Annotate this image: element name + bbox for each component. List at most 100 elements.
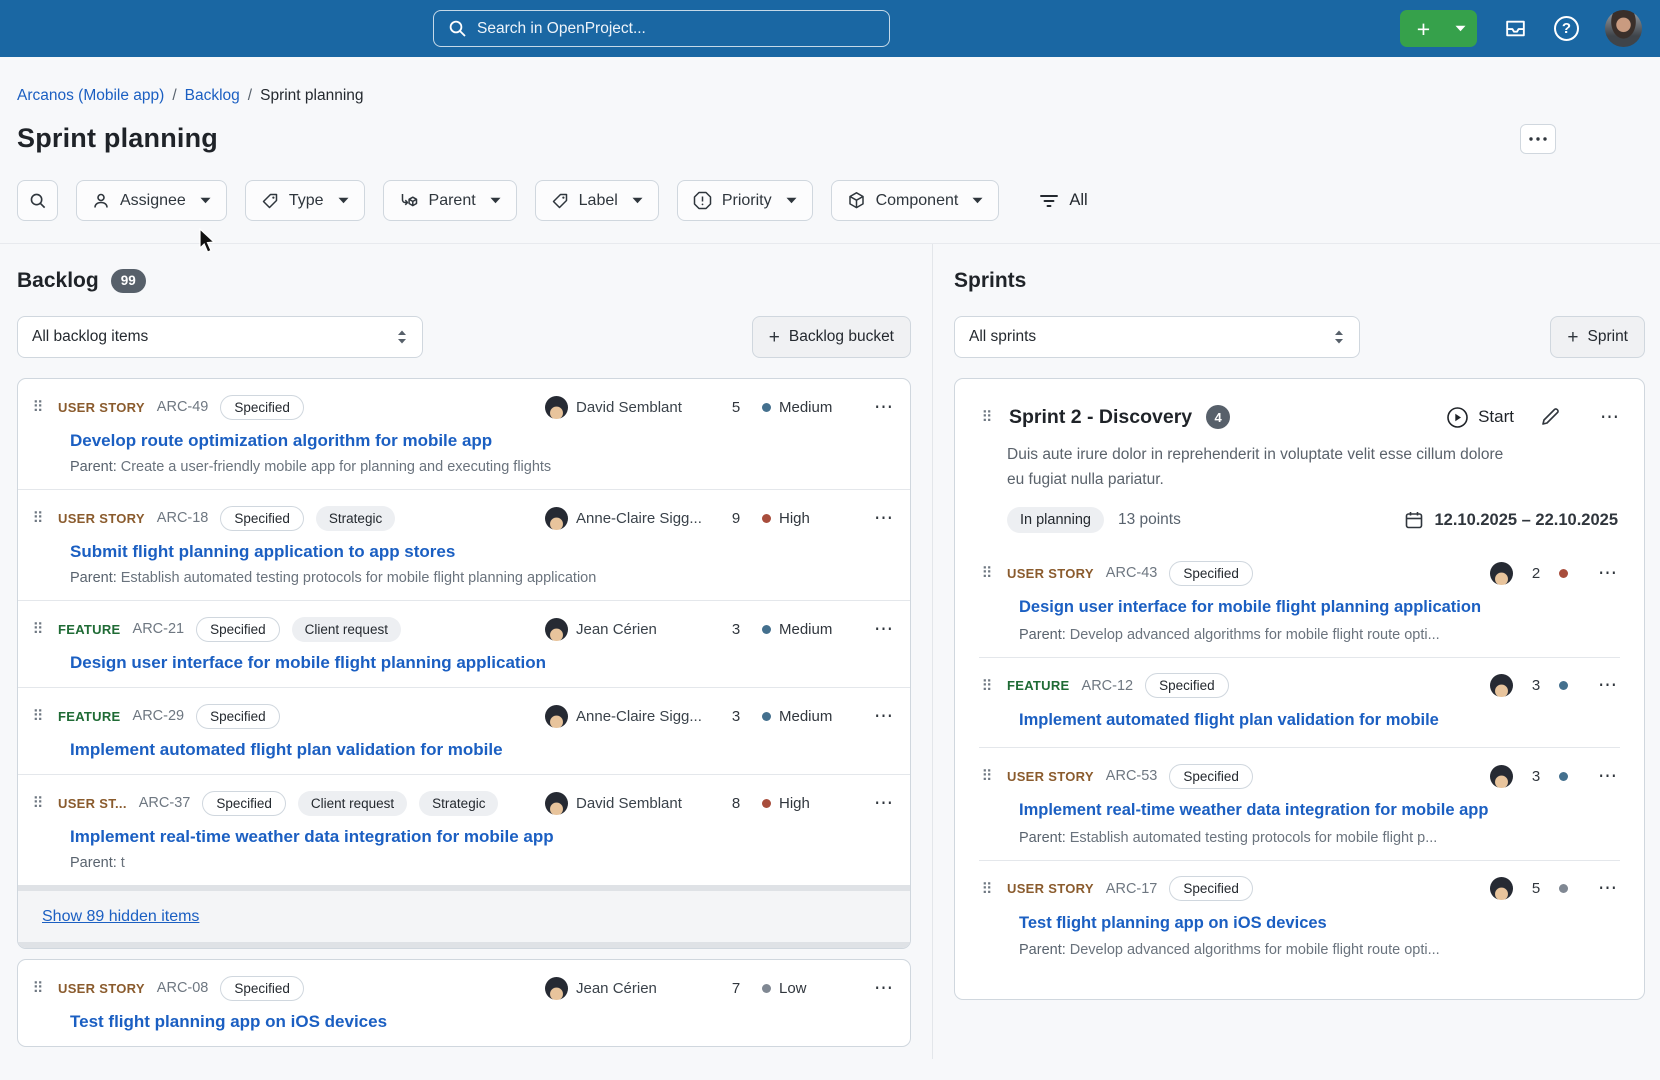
drag-handle-icon[interactable]: ⠿ [979, 408, 995, 426]
work-id: ARC-53 [1106, 768, 1158, 784]
search-placeholder-text: Search in OpenProject... [477, 20, 646, 38]
drag-handle-icon[interactable]: ⠿ [30, 398, 46, 416]
parent-title: Establish automated testing protocols fo… [121, 570, 597, 586]
sprints-column: Sprints All sprints + Sprint ⠿ Sprint 2 … [954, 244, 1645, 1059]
story-points: 9 [710, 510, 762, 527]
sprint-item: ⠿ USER STORY ARC-53 Specified 3 ⋯ Imp [979, 747, 1620, 860]
filter-priority-dropdown[interactable]: Priority [677, 180, 813, 221]
story-points: 3 [1529, 768, 1543, 785]
priority-dot [762, 403, 771, 412]
global-search-input[interactable]: Search in OpenProject... [433, 10, 890, 47]
work-type-label: FEATURE [58, 622, 121, 637]
help-button[interactable]: ? [1554, 16, 1579, 41]
work-item-link[interactable]: Test flight planning app on iOS devices [1019, 911, 1489, 937]
status-badge[interactable]: Specified [196, 617, 280, 642]
status-badge[interactable]: Specified [1169, 764, 1253, 789]
filter-component-dropdown[interactable]: Component [831, 180, 1000, 221]
drag-handle-icon[interactable]: ⠿ [979, 564, 995, 582]
item-more-menu-button[interactable]: ⋯ [860, 794, 894, 813]
item-more-menu-button[interactable]: ⋯ [860, 509, 894, 528]
sprint-planning-screen: Search in OpenProject... + ? Arcanos (Mo… [0, 0, 1660, 1080]
drag-handle-icon[interactable]: ⠿ [30, 979, 46, 997]
assignee-avatar [1490, 562, 1513, 585]
backlog-bucket-label: Backlog bucket [789, 328, 894, 346]
work-item-link[interactable]: Design user interface for mobile flight … [70, 653, 546, 673]
priority-dot [762, 712, 771, 721]
drag-handle-icon[interactable]: ⠿ [979, 677, 995, 695]
breadcrumb-project-link[interactable]: Arcanos (Mobile app) [17, 87, 164, 105]
work-item-link[interactable]: Test flight planning app on iOS devices [70, 1012, 387, 1032]
item-more-menu-button[interactable]: ⋯ [1584, 564, 1618, 583]
parent-info: Parent:Develop advanced algorithms for m… [1019, 627, 1620, 643]
item-more-menu-button[interactable]: ⋯ [1584, 767, 1618, 786]
user-avatar[interactable] [1605, 10, 1642, 47]
drag-handle-icon[interactable]: ⠿ [30, 707, 46, 725]
priority-label: High [779, 510, 810, 527]
assignee-name: Jean Cérien [576, 621, 710, 638]
chevron-down-icon [338, 197, 349, 204]
sprint-button-label: Sprint [1588, 328, 1629, 346]
chevron-down-icon [200, 197, 211, 204]
edit-sprint-button[interactable] [1540, 407, 1560, 427]
item-more-menu-button[interactable]: ⋯ [860, 979, 894, 998]
status-badge[interactable]: Specified [1169, 561, 1253, 586]
filter-label: Assignee [120, 192, 190, 210]
sprint-dates: 12.10.2025 – 22.10.2025 [1404, 510, 1620, 530]
drag-handle-icon[interactable]: ⠿ [30, 794, 46, 812]
filter-label-dropdown[interactable]: Label [535, 180, 659, 221]
create-button[interactable]: + [1400, 10, 1477, 47]
drag-handle-icon[interactable]: ⠿ [30, 620, 46, 638]
story-points: 3 [710, 621, 762, 638]
assignee-avatar [545, 705, 568, 728]
status-badge[interactable]: Specified [1145, 673, 1229, 698]
person-icon [92, 192, 110, 210]
item-more-menu-button[interactable]: ⋯ [1584, 879, 1618, 898]
status-badge[interactable]: Specified [220, 395, 304, 420]
status-badge[interactable]: Specified [220, 976, 304, 1001]
assignee-avatar [545, 618, 568, 641]
sprint-more-menu-button[interactable]: ⋯ [1586, 408, 1620, 427]
work-item-link[interactable]: Implement automated flight plan validati… [70, 740, 503, 760]
item-more-menu-button[interactable]: ⋯ [860, 707, 894, 726]
filter-type-dropdown[interactable]: Type [245, 180, 365, 221]
work-item-link[interactable]: Implement real-time weather data integra… [1019, 798, 1489, 824]
filter-all-toggle[interactable]: All [1039, 191, 1087, 210]
priority-label: Low [779, 980, 807, 997]
assignee-name: Anne-Claire Sigg... [576, 510, 710, 527]
assignee-avatar [1490, 765, 1513, 788]
work-item-link[interactable]: Submit flight planning application to ap… [70, 542, 455, 562]
sprints-filter-select[interactable]: All sprints [954, 316, 1360, 358]
filter-assignee-dropdown[interactable]: Assignee [76, 180, 227, 221]
drag-handle-icon[interactable]: ⠿ [30, 509, 46, 527]
status-badge[interactable]: Specified [1169, 876, 1253, 901]
item-more-menu-button[interactable]: ⋯ [860, 398, 894, 417]
priority-dot [762, 625, 771, 634]
breadcrumb-backlog-link[interactable]: Backlog [185, 87, 240, 105]
inbox-button[interactable] [1503, 16, 1528, 41]
status-badge[interactable]: Specified [202, 791, 286, 816]
backlog-filter-select[interactable]: All backlog items [17, 316, 423, 358]
add-backlog-bucket-button[interactable]: + Backlog bucket [752, 316, 911, 358]
work-item-link[interactable]: Implement automated flight plan validati… [1019, 708, 1489, 734]
start-sprint-button[interactable]: Start [1446, 406, 1514, 429]
filter-search-button[interactable] [17, 180, 58, 221]
page-more-menu-button[interactable] [1520, 124, 1556, 154]
add-sprint-button[interactable]: + Sprint [1550, 316, 1645, 358]
drag-handle-icon[interactable]: ⠿ [979, 880, 995, 898]
work-id: ARC-08 [157, 980, 209, 996]
story-points: 7 [710, 980, 762, 997]
item-more-menu-button[interactable]: ⋯ [1584, 676, 1618, 695]
status-badge[interactable]: Specified [196, 704, 280, 729]
parent-info: Parent:Develop advanced algorithms for m… [1019, 942, 1620, 958]
priority-dot [1559, 569, 1568, 578]
item-more-menu-button[interactable]: ⋯ [860, 620, 894, 639]
status-badge[interactable]: Specified [220, 506, 304, 531]
create-dropdown-caret[interactable] [1446, 25, 1476, 32]
show-hidden-items-link[interactable]: Show 89 hidden items [42, 908, 199, 925]
column-divider [932, 244, 933, 1059]
work-item-link[interactable]: Develop route optimization algorithm for… [70, 431, 492, 451]
filter-parent-dropdown[interactable]: Parent [383, 180, 517, 221]
work-item-link[interactable]: Design user interface for mobile flight … [1019, 595, 1489, 621]
drag-handle-icon[interactable]: ⠿ [979, 767, 995, 785]
work-item-link[interactable]: Implement real-time weather data integra… [70, 827, 554, 847]
